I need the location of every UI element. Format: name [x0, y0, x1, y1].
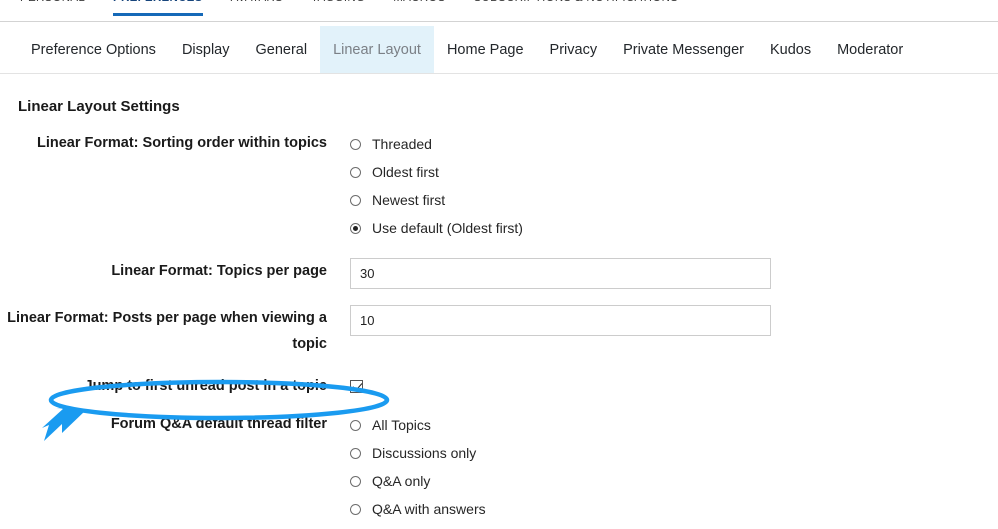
radio-label-discussions-only: Discussions only: [372, 445, 477, 461]
posts-per-page-input[interactable]: [350, 305, 771, 336]
tab-home-page[interactable]: Home Page: [434, 26, 537, 73]
field-label-sorting-order: Linear Format: Sorting order within topi…: [36, 135, 327, 151]
jump-to-first-unread-checkbox[interactable]: [350, 379, 363, 393]
radio-label-newest-first: Newest first: [372, 192, 446, 208]
top-tab-personal[interactable]: PERSONAL: [20, 0, 85, 16]
field-control-topics-per-page: [327, 258, 998, 289]
tab-private-messenger[interactable]: Private Messenger: [610, 26, 757, 73]
radio-label-all-topics: All Topics: [372, 417, 431, 433]
radio-label-oldest-first: Oldest first: [372, 164, 439, 180]
radio-group-qa-thread-filter: All Topics Discussions only Q&A only Q&A…: [327, 411, 998, 523]
field-control-jump-to-first-unread: [327, 373, 998, 399]
top-tab-subscriptions-notifications[interactable]: SUBSCRIPTIONS & NOTIFICATIONS: [474, 0, 679, 16]
top-tab-avatars[interactable]: AVATARS: [231, 0, 283, 16]
radio-label-use-default: Use default (Oldest first): [372, 220, 523, 236]
radio-option-qa-only[interactable]: Q&A only: [350, 467, 998, 495]
radio-icon-qa-only[interactable]: [350, 475, 361, 487]
field-jump-to-first-unread: Jump to first unread post in a topic: [0, 373, 998, 399]
radio-option-newest-first[interactable]: Newest first: [350, 186, 998, 214]
radio-label-threaded: Threaded: [372, 136, 432, 152]
radio-group-sorting-order: Threaded Oldest first Newest first Use d…: [327, 130, 998, 242]
radio-option-threaded[interactable]: Threaded: [350, 130, 998, 158]
radio-icon-qa-with-answers[interactable]: [350, 503, 361, 515]
tab-general[interactable]: General: [242, 26, 320, 73]
radio-icon-oldest-first[interactable]: [350, 166, 361, 178]
radio-option-oldest-first[interactable]: Oldest first: [350, 158, 998, 186]
field-posts-per-page: Linear Format: Posts per page when viewi…: [0, 305, 998, 357]
field-label-qa-thread-filter: Forum Q&A default thread filter: [110, 416, 327, 432]
top-tab-macros[interactable]: MACROS: [393, 0, 445, 16]
radio-label-qa-only: Q&A only: [372, 473, 431, 489]
field-topics-per-page: Linear Format: Topics per page: [0, 258, 998, 289]
radio-icon-discussions-only[interactable]: [350, 447, 361, 459]
radio-icon-all-topics[interactable]: [350, 419, 361, 431]
radio-icon-use-default[interactable]: [350, 222, 361, 234]
top-tab-tagging[interactable]: TAGGING: [311, 0, 365, 16]
primary-tab-bar: PERSONAL PREFERENCES AVATARS TAGGING MAC…: [0, 0, 998, 22]
field-label-jump-to-first-unread: Jump to first unread post in a topic: [84, 378, 328, 394]
tab-privacy[interactable]: Privacy: [537, 26, 611, 73]
tab-display[interactable]: Display: [169, 26, 243, 73]
radio-option-all-topics[interactable]: All Topics: [350, 411, 998, 439]
field-label-posts-per-page: Linear Format: Posts per page when viewi…: [7, 310, 327, 352]
page-root: PERSONAL PREFERENCES AVATARS TAGGING MAC…: [0, 0, 998, 529]
radio-option-qa-with-answers[interactable]: Q&A with answers: [350, 495, 998, 523]
field-sorting-order: Linear Format: Sorting order within topi…: [0, 130, 998, 242]
radio-icon-threaded[interactable]: [350, 138, 361, 150]
page-title: Linear Layout Settings: [18, 98, 180, 115]
radio-icon-newest-first[interactable]: [350, 194, 361, 206]
linear-layout-form: Linear Format: Sorting order within topi…: [0, 130, 998, 523]
radio-option-discussions-only[interactable]: Discussions only: [350, 439, 998, 467]
tab-kudos[interactable]: Kudos: [757, 26, 824, 73]
top-tab-preferences[interactable]: PREFERENCES: [113, 0, 203, 16]
secondary-tab-bar: Preference Options Display General Linea…: [0, 26, 998, 74]
field-qa-thread-filter: Forum Q&A default thread filter All Topi…: [0, 411, 998, 523]
field-label-topics-per-page: Linear Format: Topics per page: [111, 263, 327, 279]
topics-per-page-input[interactable]: [350, 258, 771, 289]
tab-moderator[interactable]: Moderator: [824, 26, 916, 73]
radio-label-qa-with-answers: Q&A with answers: [372, 501, 486, 517]
radio-option-use-default[interactable]: Use default (Oldest first): [350, 214, 998, 242]
tab-preference-options[interactable]: Preference Options: [18, 26, 169, 73]
tab-linear-layout[interactable]: Linear Layout: [320, 26, 434, 73]
field-control-posts-per-page: [327, 305, 998, 336]
